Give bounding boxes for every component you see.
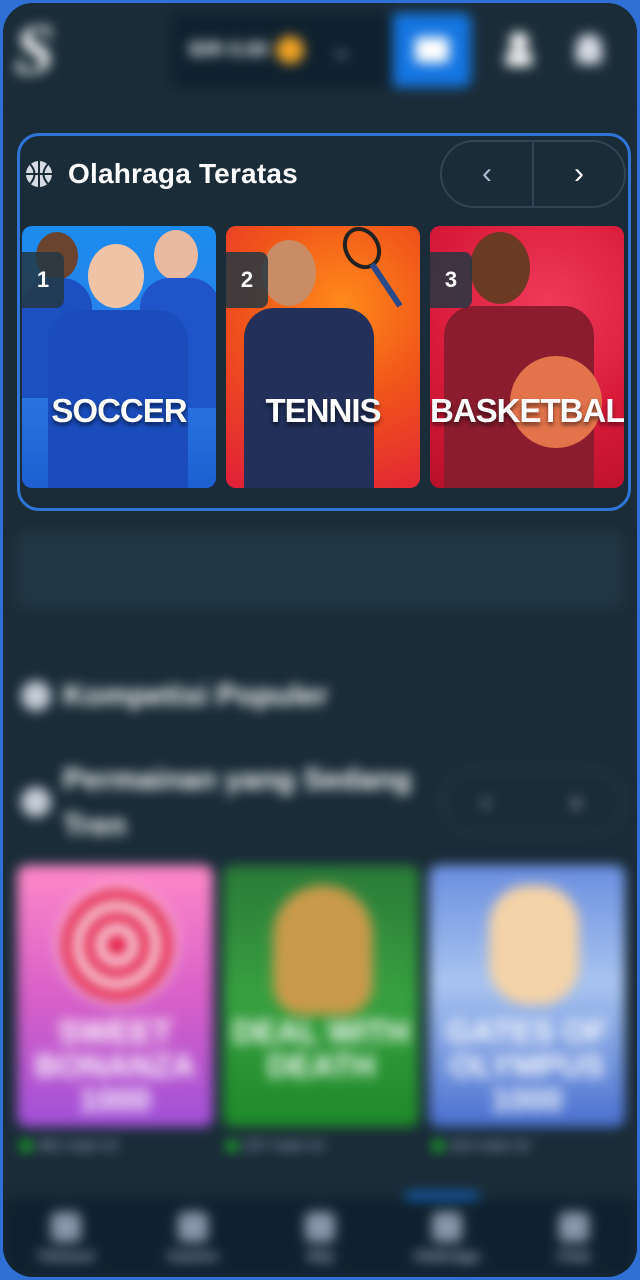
- betslip-icon: [304, 1211, 335, 1242]
- wallet-icon: [415, 37, 449, 63]
- players-count: 237 main ini: [227, 1137, 324, 1154]
- trending-carousel-nav: ‹ ›: [441, 769, 625, 835]
- trophy-icon: [21, 681, 51, 711]
- zeus-art: [489, 885, 579, 1005]
- trending-games-title-line2: Tren: [63, 809, 127, 842]
- browse-icon: [51, 1211, 82, 1242]
- currency-coin-icon: [275, 36, 304, 64]
- tennis-racket-icon: [342, 226, 403, 308]
- chevron-down-icon: ⌄: [331, 37, 351, 62]
- section-header: Olahraga Teratas: [24, 154, 298, 194]
- balance-value: IDR 0.00: [189, 38, 268, 61]
- game-title: GATES OF OLYMPUS 1000: [446, 1014, 608, 1118]
- game-card[interactable]: SWEET BONANZA 1000: [17, 865, 213, 1127]
- trending-games-title-line1: Permainan yang Sedang: [63, 763, 412, 796]
- sport-label: SOCCER: [51, 392, 187, 429]
- skull-art: [273, 885, 373, 1015]
- balance-selector[interactable]: IDR 0.00 ⌄: [171, 13, 391, 87]
- trending-icon: [21, 787, 51, 817]
- bottom-nav: Telusuri Kasino Slip Olahraga Chat: [3, 1199, 637, 1277]
- carousel-next-button[interactable]: ›: [532, 142, 624, 206]
- basketball-icon: [26, 161, 52, 187]
- casino-icon: [178, 1211, 209, 1242]
- rank-badge: 1: [22, 252, 64, 308]
- nav-browse[interactable]: Telusuri: [3, 1199, 130, 1277]
- sport-card-tennis[interactable]: 2 TENNIS: [226, 226, 420, 488]
- rank-badge: 3: [430, 252, 472, 308]
- sport-label: TENNIS: [265, 392, 381, 429]
- nav-chat[interactable]: Chat: [510, 1199, 637, 1277]
- online-dot-icon: [433, 1140, 443, 1151]
- section-title: Olahraga Teratas: [68, 158, 298, 189]
- notification-icon: [576, 34, 602, 64]
- user-icon: [506, 32, 532, 66]
- app-frame: S IDR 0.00 ⌄ Kompetisi Populer Permainan…: [3, 3, 637, 1277]
- wallet-button[interactable]: [393, 13, 471, 87]
- sport-card-soccer[interactable]: 1 SOCCER: [22, 226, 216, 488]
- promo-banner[interactable]: [17, 531, 623, 609]
- nav-betslip[interactable]: Slip: [257, 1199, 384, 1277]
- popular-competitions-title[interactable]: Kompetisi Populer: [63, 679, 328, 713]
- logo[interactable]: S: [15, 11, 75, 91]
- online-dot-icon: [21, 1140, 31, 1151]
- nav-casino[interactable]: Kasino: [130, 1199, 257, 1277]
- game-card[interactable]: GATES OF OLYMPUS 1000: [429, 865, 625, 1127]
- chat-icon: [558, 1211, 589, 1242]
- players-count: 481 main ini: [21, 1137, 118, 1154]
- lollipop-art: [57, 885, 177, 1005]
- players-count: 424 main ini: [433, 1137, 530, 1154]
- rank-badge: 2: [226, 252, 268, 308]
- carousel-nav: ‹ ›: [440, 140, 626, 208]
- nav-sports[interactable]: Olahraga: [383, 1199, 510, 1277]
- game-title: DEAL WITH DEATH: [232, 1014, 410, 1084]
- game-card[interactable]: DEAL WITH DEATH: [223, 865, 419, 1127]
- trending-prev-button[interactable]: ‹: [481, 785, 491, 819]
- top-sports-section: Olahraga Teratas ‹ › 1 SOCCER 2 TENNIS 3…: [17, 133, 631, 511]
- online-dot-icon: [227, 1140, 237, 1151]
- carousel-prev-button[interactable]: ‹: [442, 142, 532, 206]
- notifications-button[interactable]: [569, 27, 609, 71]
- sport-card-basketball[interactable]: 3 BASKETBALL: [430, 226, 624, 488]
- sport-label: BASKETBALL: [430, 392, 624, 429]
- game-title: SWEET BONANZA 1000: [35, 1014, 195, 1118]
- sports-ball-icon: [431, 1211, 462, 1242]
- top-bar: S IDR 0.00 ⌄: [3, 3, 637, 99]
- trending-next-button[interactable]: ›: [571, 785, 581, 819]
- profile-button[interactable]: [499, 27, 539, 71]
